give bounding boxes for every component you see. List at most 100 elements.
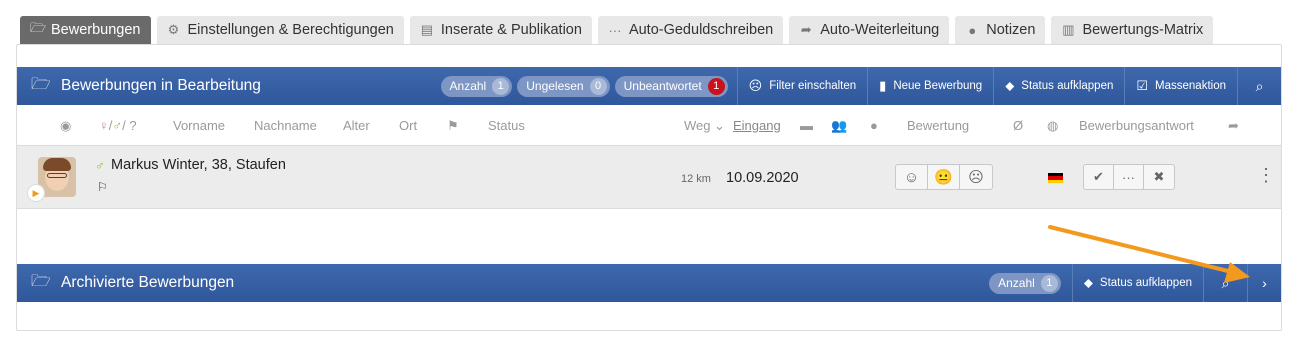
badge-anzahl: Anzahl 1 bbox=[440, 75, 513, 97]
badge-anzahl: Anzahl 1 bbox=[989, 272, 1061, 294]
more-button[interactable]: ··· bbox=[1114, 165, 1144, 189]
expand-status-button[interactable]: ⬥ Status aufklappen bbox=[993, 67, 1124, 105]
column-place[interactable]: Ort bbox=[399, 118, 417, 133]
flag-outline-icon[interactable]: ⚐ bbox=[97, 180, 108, 194]
section-title: Bewerbungen in Bearbeitung bbox=[61, 77, 261, 94]
flag-icon[interactable]: ⚑ bbox=[447, 118, 459, 134]
button-label: Status aufklappen bbox=[1099, 277, 1192, 289]
comment-icon: ● bbox=[968, 22, 977, 38]
male-icon: ♂ bbox=[95, 158, 105, 173]
section-header-archived[interactable]: 🗁 Archivierte Bewerbungen Anzahl 1 ⬥ Sta… bbox=[17, 264, 1281, 302]
bar-chart-icon: ▥ bbox=[1062, 22, 1075, 37]
badge-ungelesen: Ungelesen 0 bbox=[517, 75, 610, 97]
section-header-active[interactable]: 🗁 Bewerbungen in Bearbeitung Anzahl 1 Un… bbox=[17, 67, 1281, 105]
share-icon: ➦ bbox=[800, 22, 812, 37]
badge-count: 1 bbox=[492, 77, 510, 95]
distance: 12 km bbox=[681, 173, 711, 185]
answer-buttons: ✔ ··· ✖ bbox=[1083, 164, 1175, 190]
frown-icon: ☹ bbox=[748, 78, 763, 93]
rating-buttons: ☺ 😐 ☹ bbox=[895, 164, 993, 190]
badge-count: 0 bbox=[589, 77, 607, 95]
rating-bad-button[interactable]: ☹ bbox=[960, 165, 992, 189]
comment-icon[interactable]: ● bbox=[870, 118, 878, 133]
frown-icon: ☹ bbox=[968, 169, 984, 186]
smile-icon: ☺ bbox=[903, 168, 920, 186]
ellipsis-icon: ··· bbox=[608, 22, 622, 38]
column-rating[interactable]: Bewertung bbox=[907, 118, 969, 133]
badge-unbeantwortet: Unbeantwortet 1 bbox=[614, 75, 728, 97]
bulk-action-button[interactable]: ☑ Massenaktion bbox=[1124, 67, 1237, 105]
meh-icon: 😐 bbox=[934, 169, 953, 186]
tab-label: Bewertungs-Matrix bbox=[1082, 22, 1204, 38]
tab-label: Auto-Geduldschreiben bbox=[628, 22, 774, 38]
users-icon[interactable]: 👥 bbox=[831, 118, 847, 134]
male-icon: ♂ bbox=[112, 118, 123, 133]
kebab-menu-icon[interactable]: ⋮ bbox=[1257, 166, 1275, 184]
germany-flag-icon bbox=[1048, 173, 1063, 183]
badge-label: Anzahl bbox=[449, 79, 487, 93]
section-title: Archivierte Bewerbungen bbox=[61, 274, 235, 291]
ellipsis-icon: ··· bbox=[1122, 169, 1135, 185]
share-icon[interactable]: ➦ bbox=[1228, 118, 1239, 134]
chevron-down-icon[interactable]: ⌄ bbox=[714, 118, 725, 134]
tab-einstellungen[interactable]: ⚙ Einstellungen & Berechtigungen bbox=[156, 16, 404, 44]
tab-label: Notizen bbox=[986, 22, 1036, 38]
reject-button[interactable]: ✖ bbox=[1144, 165, 1174, 189]
filter-button[interactable]: ☹ Filter einschalten bbox=[736, 67, 868, 105]
column-average[interactable]: Ø bbox=[1013, 118, 1023, 133]
search-icon: ⌕ bbox=[1255, 77, 1264, 94]
button-label: Status aufklappen bbox=[1021, 80, 1114, 92]
main-tabs: 🗁 Bewerbungen ⚙ Einstellungen & Berechti… bbox=[20, 16, 1214, 44]
tab-bewerbungen[interactable]: 🗁 Bewerbungen bbox=[20, 16, 151, 44]
table-row[interactable]: ▶ ♂ Markus Winter, 38, Staufen ⚐ 12 km 1… bbox=[17, 145, 1281, 209]
eye-icon[interactable]: ◉ bbox=[60, 118, 71, 134]
column-status[interactable]: Status bbox=[488, 118, 525, 133]
applicant-name[interactable]: Markus Winter, 38, Staufen bbox=[111, 157, 286, 173]
tab-inserate[interactable]: ▤ Inserate & Publikation bbox=[409, 16, 592, 44]
accept-button[interactable]: ✔ bbox=[1084, 165, 1114, 189]
globe-icon[interactable]: ◍ bbox=[1047, 118, 1058, 134]
chevron-right-icon: › bbox=[1262, 275, 1267, 291]
search-icon: ⌕ bbox=[1221, 274, 1230, 291]
column-received[interactable]: Eingang bbox=[733, 118, 781, 133]
column-way[interactable]: Weg bbox=[684, 118, 711, 133]
archive-icon[interactable]: ▬ bbox=[800, 118, 813, 133]
check-icon: ✔ bbox=[1093, 169, 1104, 184]
female-icon: ♀ bbox=[99, 118, 109, 133]
folder-open-icon: 🗁 bbox=[30, 20, 47, 35]
tab-notizen[interactable]: ● Notizen bbox=[955, 16, 1046, 44]
button-label: Massenaktion bbox=[1155, 80, 1226, 92]
column-firstname[interactable]: Vorname bbox=[173, 118, 225, 133]
tag-icon: ⬥ bbox=[1083, 275, 1093, 290]
expand-button[interactable]: › bbox=[1247, 264, 1281, 302]
rating-neutral-button[interactable]: 😐 bbox=[928, 165, 960, 189]
badge-label: Anzahl bbox=[998, 276, 1035, 290]
folder-open-icon: 🗁 bbox=[31, 75, 51, 93]
search-button[interactable]: ⌕ bbox=[1203, 264, 1247, 302]
close-icon: ✖ bbox=[1153, 169, 1165, 184]
applications-panel: 🗁 Bewerbungen in Bearbeitung Anzahl 1 Un… bbox=[16, 44, 1282, 331]
gender-column[interactable]: ♀/♂/ ? bbox=[99, 118, 137, 133]
column-lastname[interactable]: Nachname bbox=[254, 118, 317, 133]
search-button[interactable]: ⌕ bbox=[1237, 67, 1281, 105]
tab-label: Einstellungen & Berechtigungen bbox=[187, 22, 394, 38]
received-date: 10.09.2020 bbox=[726, 170, 799, 186]
badge-label: Ungelesen bbox=[526, 79, 584, 93]
tab-label: Bewerbungen bbox=[51, 22, 141, 38]
expand-status-button[interactable]: ⬥ Status aufklappen bbox=[1071, 264, 1203, 302]
list-icon: ▤ bbox=[420, 22, 434, 37]
badge-count: 1 bbox=[707, 77, 725, 95]
button-label: Neue Bewerbung bbox=[893, 80, 983, 92]
column-answer[interactable]: Bewerbungsantwort bbox=[1079, 118, 1194, 133]
play-icon[interactable]: ▶ bbox=[27, 184, 45, 202]
badge-count: 1 bbox=[1040, 274, 1058, 292]
tab-label: Auto-Weiterleitung bbox=[820, 22, 940, 38]
tab-bewertungs-matrix[interactable]: ▥ Bewertungs-Matrix bbox=[1051, 16, 1214, 44]
tab-auto-geduldschreiben[interactable]: ··· Auto-Geduldschreiben bbox=[597, 16, 784, 44]
badge-label: Unbeantwortet bbox=[623, 79, 702, 93]
button-label: Filter einschalten bbox=[769, 80, 857, 92]
tab-auto-weiterleitung[interactable]: ➦ Auto-Weiterleitung bbox=[789, 16, 950, 44]
column-age[interactable]: Alter bbox=[343, 118, 370, 133]
rating-good-button[interactable]: ☺ bbox=[896, 165, 928, 189]
new-application-button[interactable]: ▮ Neue Bewerbung bbox=[867, 67, 993, 105]
